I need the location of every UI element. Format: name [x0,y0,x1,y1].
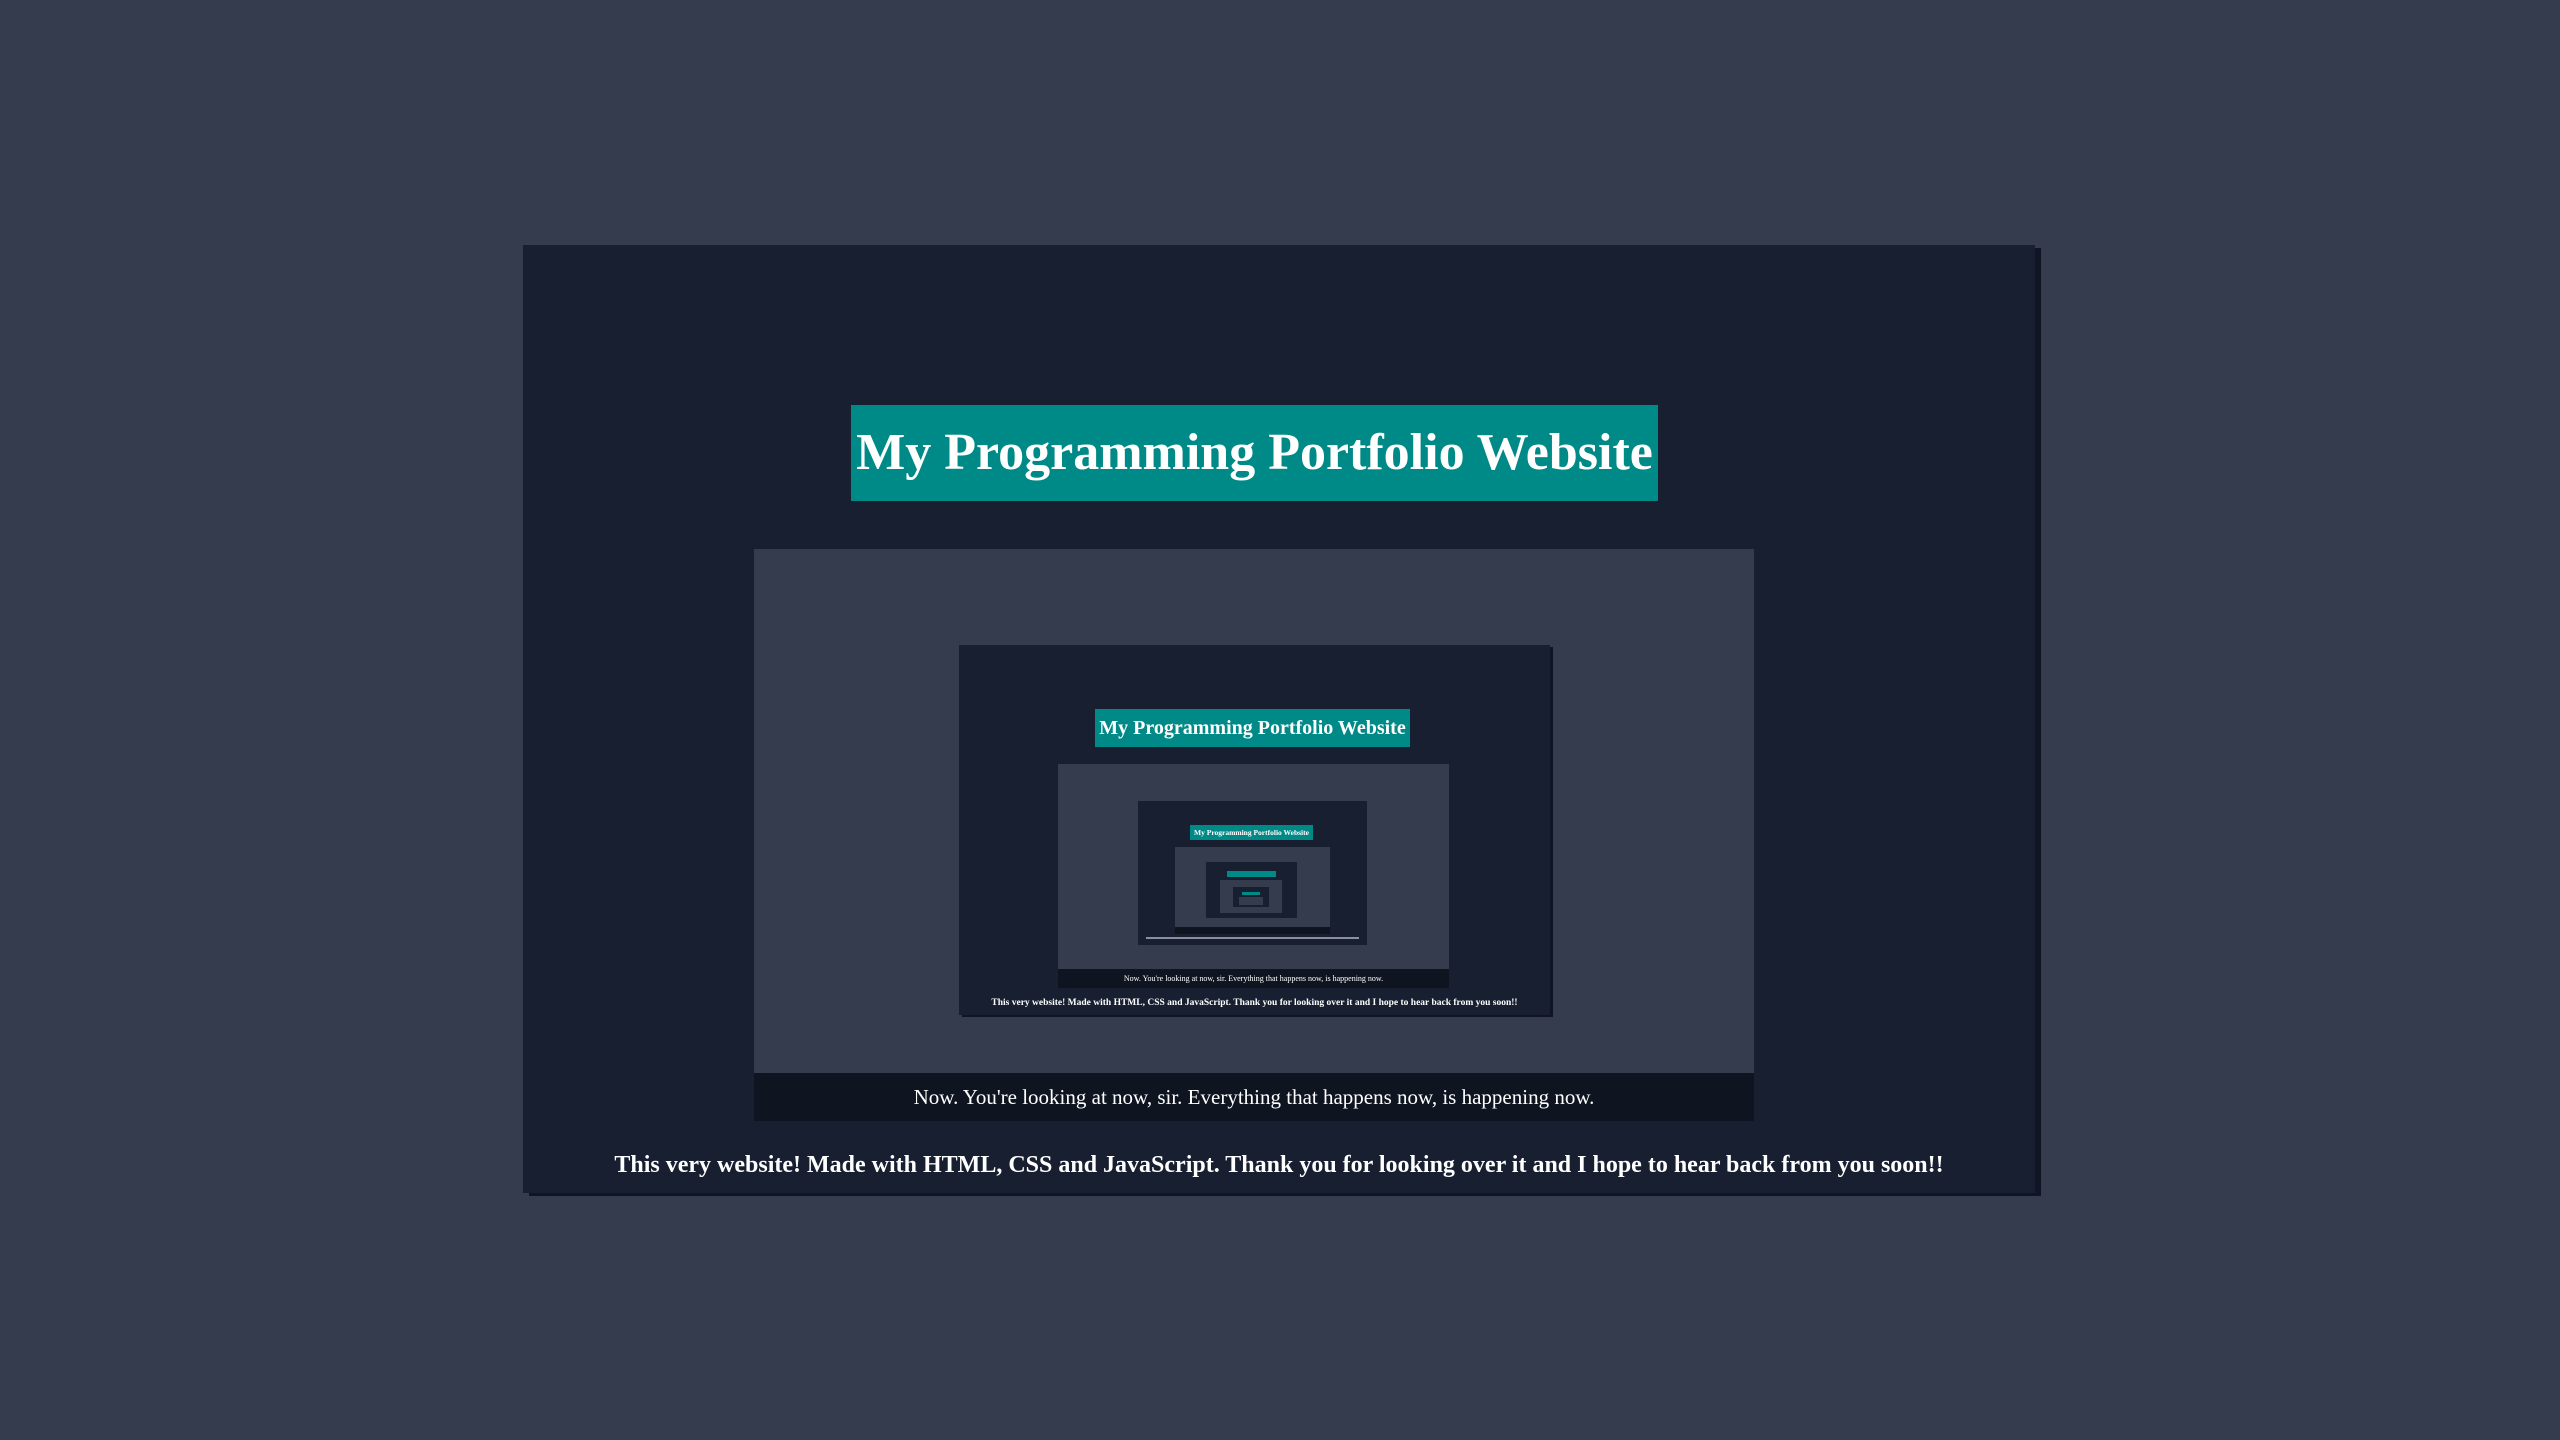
nested-footer-line [1146,937,1359,939]
page-title: My Programming Portfolio Website [851,405,1658,501]
preview-caption: Now. You're looking at now, sir. Everyth… [1058,969,1449,988]
deepest-frame [1239,897,1263,905]
deep-nested-preview [1206,862,1297,918]
preview-title: My Programming Portfolio Website [1095,709,1410,747]
portfolio-card: My Programming Portfolio Website My Prog… [523,245,2035,1193]
project-preview[interactable]: My Programming Portfolio Website My Prog… [754,549,1754,1121]
nested-preview-screenshot: My Programming Portfolio Website [1138,801,1367,945]
deepest-preview [1233,887,1269,907]
preview-screenshot: My Programming Portfolio Website My Prog… [959,645,1550,1015]
preview-footer: This very website! Made with HTML, CSS a… [991,998,1518,1008]
nested-preview-title: My Programming Portfolio Website [1190,825,1313,840]
project-description: This very website! Made with HTML, CSS a… [614,1152,1944,1178]
preview-image-frame: My Programming Portfolio Website Now. Yo… [1058,764,1449,988]
deep-nested-frame [1220,880,1282,913]
deep-nested-title-bar [1227,871,1276,877]
nested-preview-frame [1175,847,1330,934]
project-caption: Now. You're looking at now, sir. Everyth… [754,1073,1754,1121]
deepest-title-bar [1242,892,1260,895]
nested-caption-bar [1175,927,1330,934]
